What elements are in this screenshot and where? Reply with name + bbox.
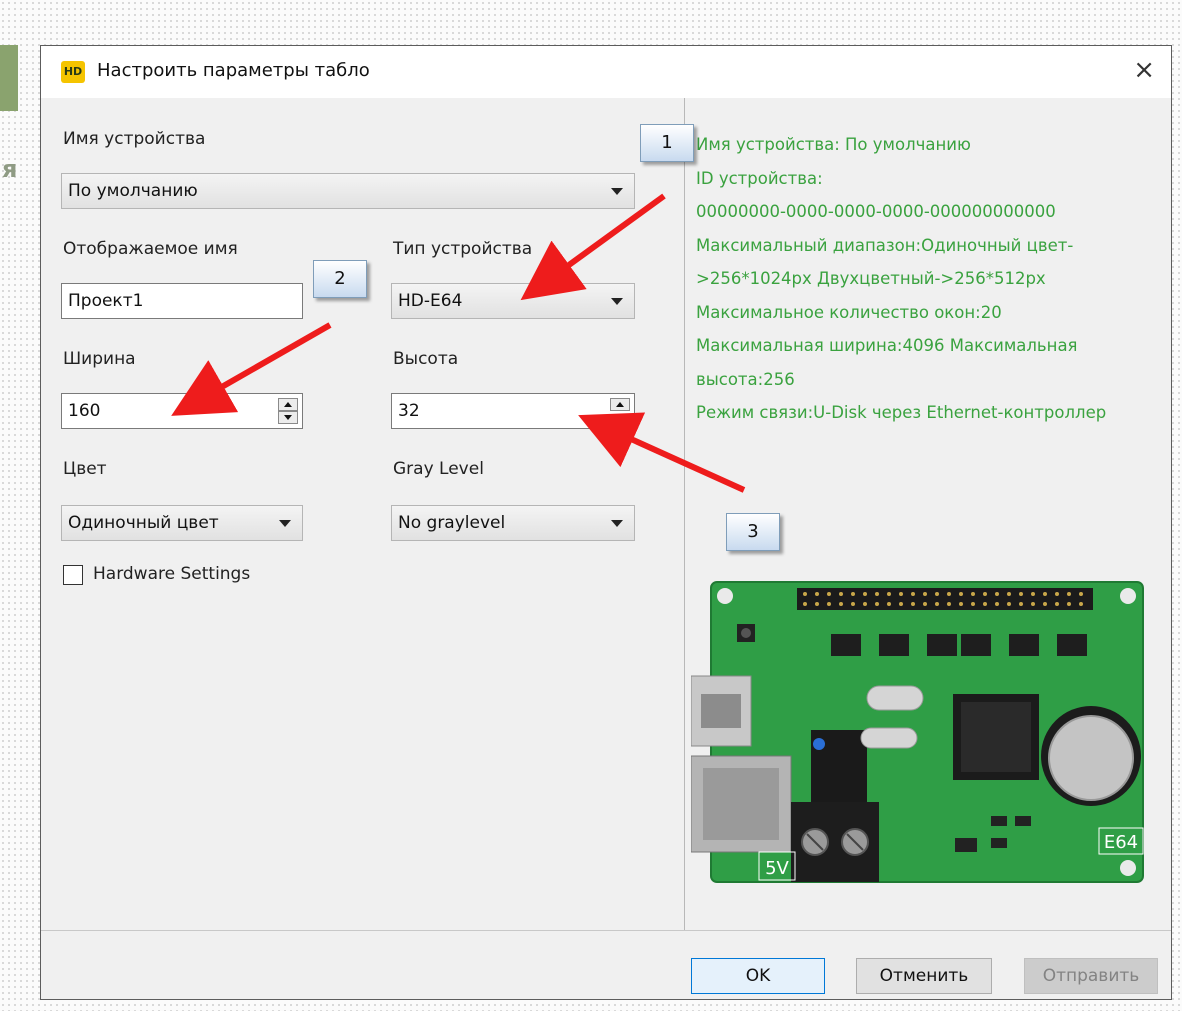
arrow-down-icon [284, 415, 292, 420]
chevron-down-icon [611, 188, 623, 195]
callout-1: 1 [640, 124, 694, 162]
chevron-down-icon [611, 298, 623, 305]
board-voltage-label: 5V [765, 858, 789, 879]
width-value: 160 [68, 401, 101, 421]
arrow-up-icon [284, 402, 292, 407]
info-line: >256*1024px Двухцветный->256*512px [696, 269, 1046, 288]
panel-divider [684, 98, 685, 930]
color-select[interactable]: Одиночный цвет [61, 505, 303, 541]
controller-board-image: 5V E64 [691, 581, 1144, 883]
device-type-value: HD-E64 [398, 291, 463, 311]
ok-button[interactable]: OK [691, 958, 825, 994]
width-increment-button[interactable] [278, 398, 298, 411]
callout-3: 3 [726, 513, 780, 551]
info-line: Режим связи:U-Disk через Ethernet-контро… [696, 403, 1107, 422]
background-letter: я [2, 155, 18, 183]
info-line: 00000000-0000-0000-0000-000000000000 [696, 202, 1056, 221]
info-line: Максимальное количество окон:20 [696, 302, 1002, 322]
window-title: Настроить параметры табло [97, 60, 370, 81]
callout-2: 2 [313, 260, 367, 298]
width-label: Ширина [63, 349, 136, 369]
info-line: Максимальная ширина:4096 Максимальная [696, 336, 1078, 355]
height-value: 32 [398, 401, 420, 421]
cancel-button[interactable]: Отменить [856, 958, 992, 994]
device-name-select[interactable]: По умолчанию [61, 173, 635, 209]
device-name-value: По умолчанию [68, 181, 198, 201]
info-line: Имя устройства: По умолчанию [696, 135, 971, 154]
gray-level-select[interactable]: No graylevel [391, 505, 635, 541]
hardware-settings-checkbox[interactable] [63, 565, 83, 585]
device-info-panel: Имя устройства: По умолчанию ID устройст… [696, 128, 1166, 430]
background-strip [0, 45, 18, 111]
display-name-label: Отображаемое имя [63, 239, 238, 259]
width-decrement-button[interactable] [278, 411, 298, 424]
close-icon[interactable]: × [1133, 55, 1155, 85]
height-spinbox[interactable]: 32 [391, 393, 635, 429]
send-button[interactable]: Отправить [1024, 958, 1158, 994]
info-line: высота:256 [696, 369, 795, 389]
height-label: Высота [393, 349, 459, 369]
chevron-down-icon [279, 520, 291, 527]
app-icon: HD [61, 61, 85, 83]
title-bar: HD Настроить параметры табло × [41, 46, 1171, 98]
gray-level-label: Gray Level [393, 459, 484, 479]
display-name-input[interactable]: Проект1 [61, 283, 303, 319]
device-name-label: Имя устройства [63, 129, 206, 149]
color-label: Цвет [63, 459, 107, 479]
footer-divider [41, 930, 1171, 931]
chevron-down-icon [611, 520, 623, 527]
gray-level-value: No graylevel [398, 513, 506, 533]
info-line: ID устройства: [696, 168, 823, 188]
color-value: Одиночный цвет [68, 513, 219, 533]
device-type-label: Тип устройства [393, 239, 533, 259]
board-model-label: E64 [1104, 832, 1138, 853]
hardware-settings-label: Hardware Settings [93, 564, 251, 584]
arrow-up-icon [616, 402, 624, 407]
device-settings-dialog: HD Настроить параметры табло × Имя устро… [40, 45, 1172, 1000]
device-type-select[interactable]: HD-E64 [391, 283, 635, 319]
width-spinbox[interactable]: 160 [61, 393, 303, 429]
height-increment-button[interactable] [610, 398, 630, 411]
info-line: Максимальный диапазон:Одиночный цвет- [696, 235, 1074, 255]
